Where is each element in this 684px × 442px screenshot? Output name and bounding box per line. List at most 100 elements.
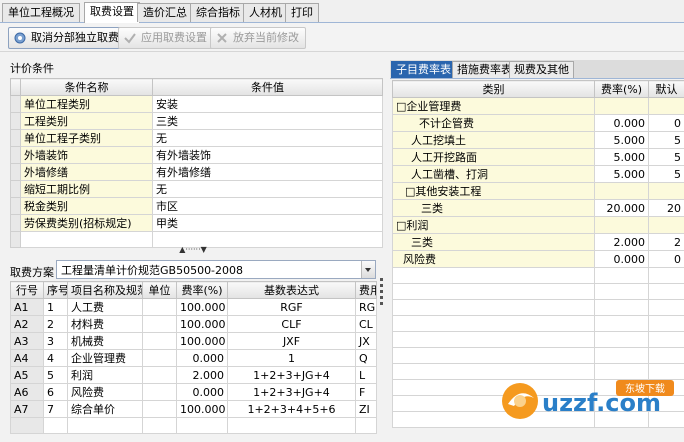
row-rate[interactable]: 100.000 bbox=[176, 315, 228, 333]
rate-value[interactable]: 20.000 bbox=[594, 199, 649, 217]
rate-category-name[interactable]: □其他安装工程 bbox=[392, 182, 595, 200]
row-unit[interactable] bbox=[142, 400, 177, 418]
apply-fee-settings-button[interactable]: 应用取费设置 bbox=[118, 27, 214, 49]
row-rate[interactable]: 100.000 bbox=[176, 332, 228, 350]
table-row[interactable]: 外墙装饰 有外墙装饰 bbox=[10, 146, 383, 164]
row-rate[interactable]: 0.000 bbox=[176, 349, 228, 367]
row-rate[interactable]: 100.000 bbox=[176, 298, 228, 316]
condition-value[interactable]: 甲类 bbox=[152, 214, 383, 232]
tab-measure-rates[interactable]: 措施费率表 bbox=[452, 61, 517, 78]
row-base-expression[interactable]: JXF bbox=[227, 332, 356, 350]
row-base-expression[interactable]: CLF bbox=[227, 315, 356, 333]
table-row[interactable]: 外墙修缮 有外墙修缮 bbox=[10, 163, 383, 181]
condition-value[interactable]: 有外墙修缮 bbox=[152, 163, 383, 181]
tab-fee-settings[interactable]: 取费设置 bbox=[84, 2, 140, 23]
row-fee[interactable]: JX bbox=[355, 332, 377, 350]
row-rate[interactable]: 0.000 bbox=[176, 383, 228, 401]
tab-item-rates[interactable]: 子目费率表 bbox=[391, 61, 456, 78]
row-item-name[interactable]: 利润 bbox=[67, 366, 143, 384]
row-fee[interactable]: ZI bbox=[355, 400, 377, 418]
table-row[interactable]: A7 7 综合单价 100.000 1+2+3+4+5+6 ZI bbox=[10, 400, 377, 418]
row-unit[interactable] bbox=[142, 332, 177, 350]
tree-row-category[interactable]: □其他安装工程 bbox=[392, 182, 684, 200]
row-header bbox=[10, 129, 21, 147]
row-item-name[interactable]: 机械费 bbox=[67, 332, 143, 350]
row-item-name[interactable]: 风险费 bbox=[67, 383, 143, 401]
table-row[interactable]: 劳保费类别(招标规定) 甲类 bbox=[10, 214, 383, 232]
condition-value[interactable]: 无 bbox=[152, 180, 383, 198]
table-row[interactable]: 税金类别 市区 bbox=[10, 197, 383, 215]
rate-category-name[interactable]: □利润 bbox=[392, 216, 595, 234]
tab-overall-indicators[interactable]: 综合指标 bbox=[190, 3, 246, 22]
row-seq: 1 bbox=[43, 298, 68, 316]
row-fee[interactable]: F bbox=[355, 383, 377, 401]
horizontal-splitter-handle[interactable]: ▲······▼ bbox=[168, 245, 218, 254]
table-row[interactable]: 单位工程子类别无 bbox=[10, 129, 383, 147]
discard-changes-button[interactable]: 放弃当前修改 bbox=[210, 27, 306, 49]
row-base-expression[interactable]: 1+2+3+JG+4 bbox=[227, 383, 356, 401]
row-code: A1 bbox=[10, 298, 44, 316]
condition-value[interactable]: 有外墙装饰 bbox=[152, 146, 383, 164]
condition-value[interactable]: 安装 bbox=[152, 95, 383, 113]
rate-value[interactable]: 2.000 bbox=[594, 233, 649, 251]
row-item-name[interactable]: 综合单价 bbox=[67, 400, 143, 418]
row-item-name[interactable]: 材料费 bbox=[67, 315, 143, 333]
row-unit[interactable] bbox=[142, 298, 177, 316]
table-row[interactable]: 单位工程类别 安装 bbox=[10, 95, 383, 113]
table-row[interactable]: 人工挖填土 5.000 5 bbox=[392, 131, 684, 149]
row-item-name[interactable]: 人工费 bbox=[67, 298, 143, 316]
rate-value[interactable]: 5.000 bbox=[594, 131, 649, 149]
rate-value[interactable]: 5.000 bbox=[594, 165, 649, 183]
row-base-expression[interactable]: 1 bbox=[227, 349, 356, 367]
row-fee[interactable]: L bbox=[355, 366, 377, 384]
row-fee[interactable]: CL bbox=[355, 315, 377, 333]
condition-value[interactable]: 三类 bbox=[152, 112, 383, 130]
table-row[interactable]: A1 1 人工费 100.000 RGF RG bbox=[10, 298, 377, 316]
tab-cost-summary[interactable]: 造价汇总 bbox=[137, 3, 193, 22]
table-row[interactable]: A5 5 利润 2.000 1+2+3+JG+4 L bbox=[10, 366, 377, 384]
row-unit[interactable] bbox=[142, 315, 177, 333]
table-row[interactable]: A2 2 材料费 100.000 CLF CL bbox=[10, 315, 377, 333]
watermark-sub: 东坡下载 bbox=[625, 382, 665, 395]
cancel-section-fee-button[interactable]: 取消分部独立取费 bbox=[8, 27, 126, 49]
fee-plan-select[interactable]: 工程量清单计价规范GB50500-2008 bbox=[56, 260, 376, 279]
table-row[interactable]: A3 3 机械费 100.000 JXF JX bbox=[10, 332, 377, 350]
tab-labor-material-machine[interactable]: 人材机 bbox=[243, 3, 288, 22]
table-row[interactable]: 不计企管费 0.000 0 bbox=[392, 114, 684, 132]
row-item-name[interactable]: 企业管理费 bbox=[67, 349, 143, 367]
rate-value[interactable]: 0.000 bbox=[594, 250, 649, 268]
tree-row-category[interactable]: □企业管理费 bbox=[392, 97, 684, 115]
table-row[interactable]: 三类 2.000 2 bbox=[392, 233, 684, 251]
table-row[interactable]: A4 4 企业管理费 0.000 1 Q bbox=[10, 349, 377, 367]
table-row[interactable]: 三类 20.000 20 bbox=[392, 199, 684, 217]
rate-value[interactable]: 5.000 bbox=[594, 148, 649, 166]
table-row[interactable]: 工程类别 三类 bbox=[10, 112, 383, 130]
table-row[interactable]: A6 6 风险费 0.000 1+2+3+JG+4 F bbox=[10, 383, 377, 401]
row-fee[interactable]: RG bbox=[355, 298, 377, 316]
row-base-expression[interactable]: 1+2+3+JG+4 bbox=[227, 366, 356, 384]
rate-category-name[interactable]: □企业管理费 bbox=[392, 97, 595, 115]
row-base-expression[interactable]: 1+2+3+4+5+6 bbox=[227, 400, 356, 418]
row-fee[interactable]: Q bbox=[355, 349, 377, 367]
vertical-splitter-handle[interactable] bbox=[379, 270, 385, 420]
table-row[interactable]: 缩短工期比例无 bbox=[10, 180, 383, 198]
row-unit[interactable] bbox=[142, 366, 177, 384]
table-row[interactable]: 风险费 0.000 0 bbox=[392, 250, 684, 268]
condition-value[interactable]: 无 bbox=[152, 129, 383, 147]
tab-print[interactable]: 打印 bbox=[285, 3, 319, 22]
condition-value[interactable]: 市区 bbox=[152, 197, 383, 215]
row-unit[interactable] bbox=[142, 349, 177, 367]
table-row[interactable]: 人工开挖路面 5.000 5 bbox=[392, 148, 684, 166]
row-rate[interactable]: 2.000 bbox=[176, 366, 228, 384]
table-row[interactable]: 人工凿槽、打洞 5.000 5 bbox=[392, 165, 684, 183]
row-rate[interactable]: 100.000 bbox=[176, 400, 228, 418]
row-base-expression[interactable]: RGF bbox=[227, 298, 356, 316]
tab-fees-other[interactable]: 规费及其他 bbox=[509, 61, 574, 78]
row-unit[interactable] bbox=[142, 383, 177, 401]
rate-value[interactable]: 0.000 bbox=[594, 114, 649, 132]
column-header: 序号 bbox=[43, 281, 68, 299]
tree-row-category[interactable]: □利润 bbox=[392, 216, 684, 234]
chevron-down-icon[interactable] bbox=[361, 261, 375, 278]
tab-project-overview[interactable]: 单位工程概况 bbox=[2, 3, 80, 22]
fee-table: 行号 序号 项目名称及规范 单位 费率(%) 基数表达式 费用 A11人工费10… bbox=[10, 281, 377, 434]
